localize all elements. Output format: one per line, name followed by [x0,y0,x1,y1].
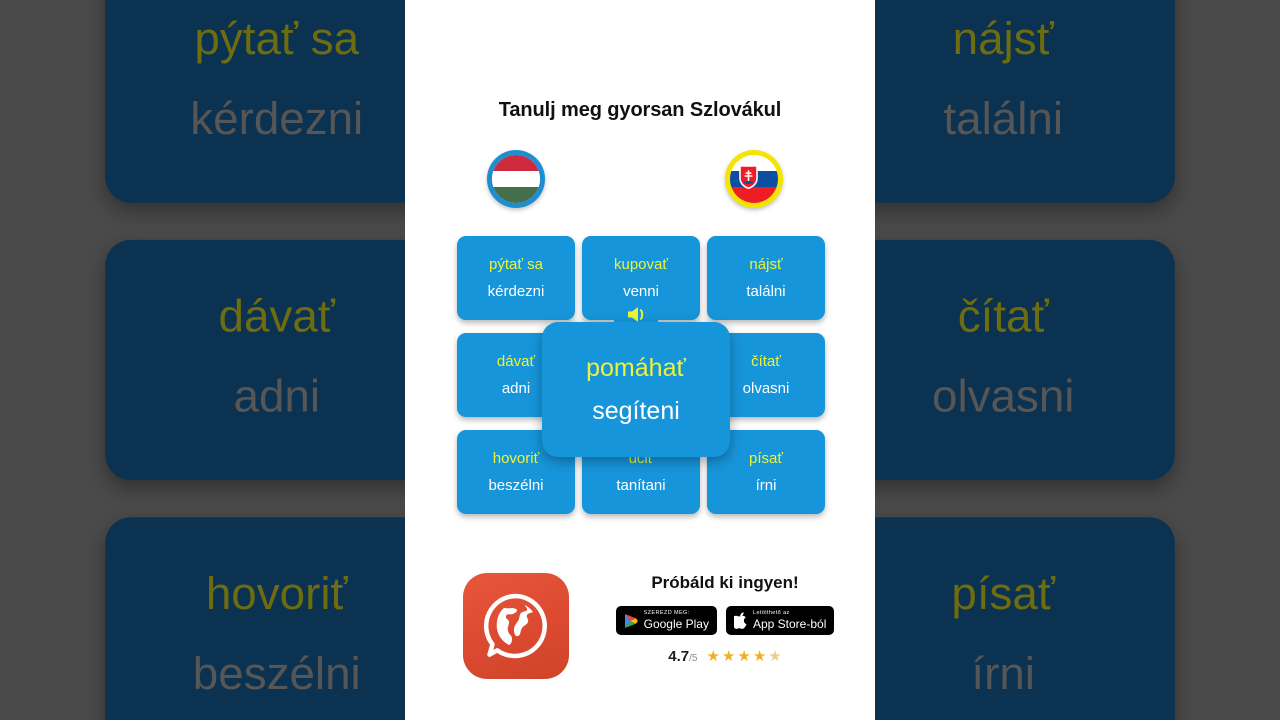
rating-block: 4.7/5 ★ ★ ★ ★ ★ [590,648,860,665]
google-play-badge-main: Google Play [643,617,709,632]
google-play-badge-text: SZEREZD MEG: Google Play [643,609,709,632]
word-card[interactable]: pýtať sa kérdezni [457,236,575,320]
backdrop-card-target: beszélni [192,651,361,701]
app-store-badge-main: App Store-ból [752,617,827,632]
hungary-flag-icon [492,155,540,203]
backdrop-card: dávať adni [105,239,449,481]
rating-value: 4.7 [668,648,690,665]
word-card-source: dávať [496,353,536,370]
star-icon: ★ [706,648,720,665]
slovakia-coat-of-arms-icon [739,165,758,189]
word-card-source: pýtať sa [489,256,543,273]
word-card-target: beszélni [488,477,544,494]
page-title: Tanulj meg gyorsan Szlovákul [498,99,782,121]
google-play-icon [624,613,638,628]
word-card-source: nájsť [749,256,783,273]
target-language-flag[interactable] [725,150,783,208]
apple-icon [733,612,747,629]
globe-speech-bubble-icon [484,593,547,659]
star-icon: ★ [752,648,767,665]
rating-score: 4.7/5 [668,648,697,665]
backdrop-card: písať írni [831,517,1175,720]
star-icon: ★ [721,648,736,665]
slovakia-flag-icon [730,155,778,203]
featured-word-target: segíteni [592,396,680,425]
backdrop-card-source: čítať [957,294,1049,343]
backdrop-card-source: nájsť [952,16,1054,66]
backdrop-card-target: írni [971,651,1035,701]
featured-word-card[interactable]: pomáhať segíteni [542,322,730,457]
word-card-target: találni [746,283,786,300]
backdrop-card-target: kérdezni [190,96,364,146]
backdrop-card: čítať olvasni [831,239,1175,481]
google-play-badge-top: SZEREZD MEG: [643,609,690,616]
backdrop-card-source: hovoriť [205,571,348,621]
word-card[interactable]: nájsť találni [707,236,825,320]
source-language-flag[interactable] [487,150,545,208]
backdrop-card-target: találni [943,96,1064,146]
word-card-target: tanítani [616,477,666,494]
rating-stars: ★ ★ ★ ★ ★ [706,649,781,664]
language-pair [405,148,875,212]
backdrop-card: nájsť találni [831,0,1175,203]
word-card-source: hovoriť [492,450,540,467]
footer: Próbáld ki ingyen! SZEREZD MEG: Google P… [405,568,875,688]
screenshot-root: pýtať sa kérdezni kupovať venni nájsť ta… [0,0,1280,720]
word-card-target: írni [755,477,777,494]
word-card-source: čítať [751,353,781,370]
backdrop-card-target: adni [233,374,321,423]
word-card-source: kupovať [614,256,668,273]
rating-max: /5 [689,653,698,664]
speaker-icon [627,306,643,322]
word-card-target: adni [501,380,531,397]
word-card-target: olvasni [742,380,790,397]
star-icon: ★ [737,648,751,665]
backdrop-card-source: písať [951,571,1056,621]
backdrop-card-source: dávať [218,294,335,343]
store-badges: SZEREZD MEG: Google Play Letölthető az A… [590,606,860,635]
featured-word-source: pomáhať [586,353,686,382]
star-icon-partial: ★ [768,648,782,665]
google-play-badge[interactable]: SZEREZD MEG: Google Play [615,606,717,635]
app-store-badge-top: Letölthető az [752,609,790,616]
backdrop-card-target: olvasni [931,374,1075,423]
backdrop-card: hovoriť beszélni [105,517,449,720]
cta-title: Próbáld ki ingyen! [651,573,799,592]
cta-block: Próbáld ki ingyen! SZEREZD MEG: Google P… [590,573,860,665]
word-card-source: písať [749,450,783,467]
word-card-target: kérdezni [487,283,545,300]
app-store-badge[interactable]: Letölthető az App Store-ból [725,606,835,635]
backdrop-card: pýtať sa kérdezni [105,0,449,203]
app-store-badge-text: Letölthető az App Store-ból [752,609,827,632]
mondly-app-icon[interactable] [463,573,569,679]
backdrop-card-source: pýtať sa [194,16,360,66]
